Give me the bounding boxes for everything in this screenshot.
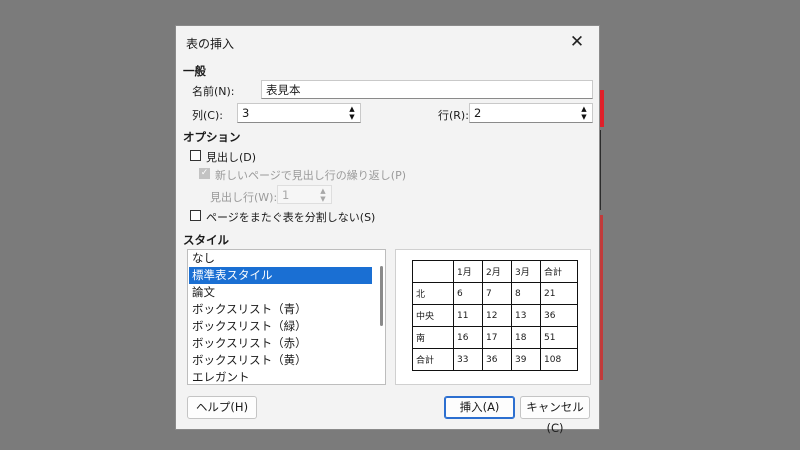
options-heading: オプション (183, 130, 241, 144)
background-red-accent (600, 90, 604, 127)
preview-row: 1月 2月 3月 合計 (412, 260, 578, 283)
style-item-standard[interactable]: 標準表スタイル (189, 267, 372, 284)
preview-cell: 36 (482, 348, 512, 371)
preview-cell: 39 (511, 348, 541, 371)
style-item-elegant[interactable]: エレガント (189, 369, 372, 384)
name-input-value: 表見本 (266, 83, 301, 97)
style-item-none[interactable]: なし (189, 250, 372, 267)
preview-cell: 17 (482, 326, 512, 349)
style-list[interactable]: なし 標準表スタイル 論文 ボックスリスト（青） ボックスリスト（緑） ボックス… (187, 249, 386, 385)
insert-button[interactable]: 挿入(A) (444, 396, 515, 419)
preview-cell: 108 (540, 348, 578, 371)
preview-cell: 合計 (412, 348, 454, 371)
style-item-box-green[interactable]: ボックスリスト（緑） (189, 318, 372, 335)
background-red-accent-lower (600, 215, 603, 380)
rows-decrement-icon[interactable]: ▼ (577, 113, 591, 121)
heading-checkbox-label[interactable]: 見出し(D) (206, 149, 256, 165)
preview-cell: 18 (511, 326, 541, 349)
dont-split-label[interactable]: ページをまたぐ表を分割しない(S) (206, 209, 375, 225)
preview-cell: 中央 (412, 304, 454, 327)
heading-checkbox[interactable] (190, 150, 201, 161)
preview-row: 南 16 17 18 51 (412, 326, 578, 349)
rows-spinner[interactable]: 2 ▲ ▼ (469, 103, 593, 123)
preview-cell (412, 260, 454, 283)
columns-label: 列(C): (192, 109, 223, 122)
preview-cell: 11 (453, 304, 483, 327)
preview-cell: 7 (482, 282, 512, 305)
preview-cell: 1月 (453, 260, 483, 283)
repeat-heading-label: 新しいページで見出し行の繰り返し(P) (215, 169, 406, 182)
rows-value: 2 (474, 106, 482, 120)
preview-cell: 16 (453, 326, 483, 349)
columns-value: 3 (242, 106, 250, 120)
preview-cell: 33 (453, 348, 483, 371)
name-label: 名前(N): (192, 85, 235, 98)
style-heading: スタイル (183, 233, 229, 247)
style-item-academic[interactable]: 論文 (189, 284, 372, 301)
dont-split-checkbox[interactable] (190, 210, 201, 221)
heading-rows-decrement-icon[interactable]: ▼ (316, 195, 330, 203)
close-icon[interactable]: ✕ (565, 31, 589, 53)
preview-cell: 6 (453, 282, 483, 305)
help-button[interactable]: ヘルプ(H) (187, 396, 257, 419)
name-input[interactable]: 表見本 (261, 80, 593, 99)
heading-rows-value: 1 (282, 188, 290, 202)
heading-rows-label: 見出し行(W): (210, 191, 278, 204)
preview-row: 北 6 7 8 21 (412, 282, 578, 305)
general-heading: 一般 (183, 64, 206, 78)
preview-cell: 2月 (482, 260, 512, 283)
cancel-button[interactable]: キャンセル(C) (520, 396, 590, 435)
preview-cell: 合計 (540, 260, 578, 283)
style-item-box-yellow[interactable]: ボックスリスト（黄） (189, 352, 372, 369)
rows-increment-icon[interactable]: ▲ (577, 105, 591, 113)
preview-cell: 51 (540, 326, 578, 349)
heading-rows-increment-icon[interactable]: ▲ (316, 187, 330, 195)
preview-cell: 北 (412, 282, 454, 305)
preview-cell: 3月 (511, 260, 541, 283)
dialog-title: 表の挿入 (186, 37, 235, 51)
preview-cell: 8 (511, 282, 541, 305)
columns-spinner[interactable]: 3 ▲ ▼ (237, 103, 361, 123)
preview-cell: 12 (482, 304, 512, 327)
style-item-box-red[interactable]: ボックスリスト（赤） (189, 335, 372, 352)
preview-table: 1月 2月 3月 合計 北 6 7 8 21 中央 11 12 13 36 南 (412, 260, 578, 371)
preview-row: 中央 11 12 13 36 (412, 304, 578, 327)
heading-rows-spinner[interactable]: 1 ▲ ▼ (277, 185, 332, 204)
rows-label: 行(R): (438, 109, 469, 122)
style-item-box-blue[interactable]: ボックスリスト（青） (189, 301, 372, 318)
dialog-titlebar[interactable]: 表の挿入 ✕ (176, 26, 599, 58)
columns-increment-icon[interactable]: ▲ (345, 105, 359, 113)
columns-decrement-icon[interactable]: ▼ (345, 113, 359, 121)
style-list-scrollbar[interactable] (380, 266, 383, 326)
repeat-heading-checkbox[interactable]: ✓ (199, 168, 210, 179)
preview-cell: 36 (540, 304, 578, 327)
preview-cell: 13 (511, 304, 541, 327)
style-preview: 1月 2月 3月 合計 北 6 7 8 21 中央 11 12 13 36 南 (395, 249, 591, 385)
preview-row: 合計 33 36 39 108 (412, 348, 578, 371)
insert-table-dialog: 表の挿入 ✕ 一般 名前(N): 表見本 列(C): 3 ▲ ▼ 行(R): 2… (175, 25, 600, 435)
preview-cell: 南 (412, 326, 454, 349)
preview-cell: 21 (540, 282, 578, 305)
